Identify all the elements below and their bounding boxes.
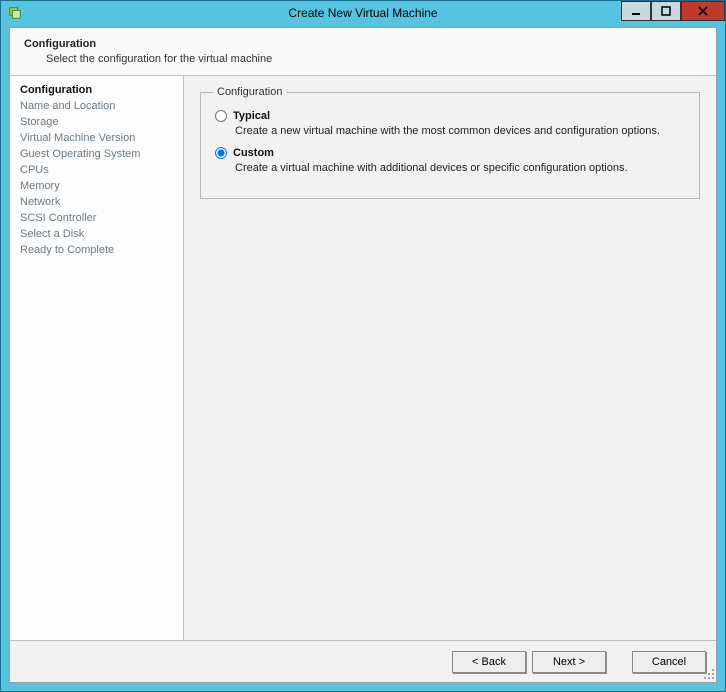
step-cpus[interactable]: CPUs	[20, 162, 173, 178]
wizard-header: Configuration Select the configuration f…	[10, 28, 716, 76]
option-custom-label: Custom	[233, 147, 274, 159]
maximize-button[interactable]	[651, 1, 681, 21]
step-configuration[interactable]: Configuration	[20, 82, 173, 98]
step-memory[interactable]: Memory	[20, 178, 173, 194]
step-network[interactable]: Network	[20, 194, 173, 210]
option-typical: Typical Create a new virtual machine wit…	[215, 110, 687, 137]
option-custom-description: Create a virtual machine with additional…	[235, 162, 687, 174]
configuration-group: Configuration Typical Create a new virtu…	[200, 86, 700, 199]
step-name-and-location[interactable]: Name and Location	[20, 98, 173, 114]
titlebar: Create New Virtual Machine	[1, 1, 725, 25]
step-guest-operating-system[interactable]: Guest Operating System	[20, 146, 173, 162]
window-controls	[621, 1, 725, 21]
option-typical-description: Create a new virtual machine with the mo…	[235, 125, 687, 137]
minimize-button[interactable]	[621, 1, 651, 21]
wizard-body: Configuration Name and Location Storage …	[10, 76, 716, 640]
wizard-window: Create New Virtual Machine Configuration…	[0, 0, 726, 692]
back-button[interactable]: < Back	[452, 651, 526, 673]
step-scsi-controller[interactable]: SCSI Controller	[20, 210, 173, 226]
window-title: Create New Virtual Machine	[1, 6, 725, 20]
step-select-a-disk[interactable]: Select a Disk	[20, 226, 173, 242]
step-storage[interactable]: Storage	[20, 114, 173, 130]
radio-typical[interactable]	[215, 110, 227, 122]
configuration-legend: Configuration	[213, 86, 286, 98]
cancel-button[interactable]: Cancel	[632, 651, 706, 673]
option-custom: Custom Create a virtual machine with add…	[215, 147, 687, 174]
option-typical-label: Typical	[233, 110, 270, 122]
close-button[interactable]	[681, 1, 725, 21]
page-subtitle: Select the configuration for the virtual…	[46, 53, 704, 65]
radio-custom[interactable]	[215, 147, 227, 159]
app-icon	[4, 2, 26, 24]
option-custom-row[interactable]: Custom	[215, 147, 687, 159]
option-typical-row[interactable]: Typical	[215, 110, 687, 122]
next-button[interactable]: Next >	[532, 651, 606, 673]
wizard-steps-sidebar: Configuration Name and Location Storage …	[10, 76, 184, 640]
step-ready-to-complete[interactable]: Ready to Complete	[20, 242, 173, 258]
step-virtual-machine-version[interactable]: Virtual Machine Version	[20, 130, 173, 146]
wizard-main: Configuration Typical Create a new virtu…	[184, 76, 716, 640]
client-area: Configuration Select the configuration f…	[9, 27, 717, 683]
wizard-footer: < Back Next > Cancel	[10, 640, 716, 682]
page-title: Configuration	[24, 38, 704, 50]
